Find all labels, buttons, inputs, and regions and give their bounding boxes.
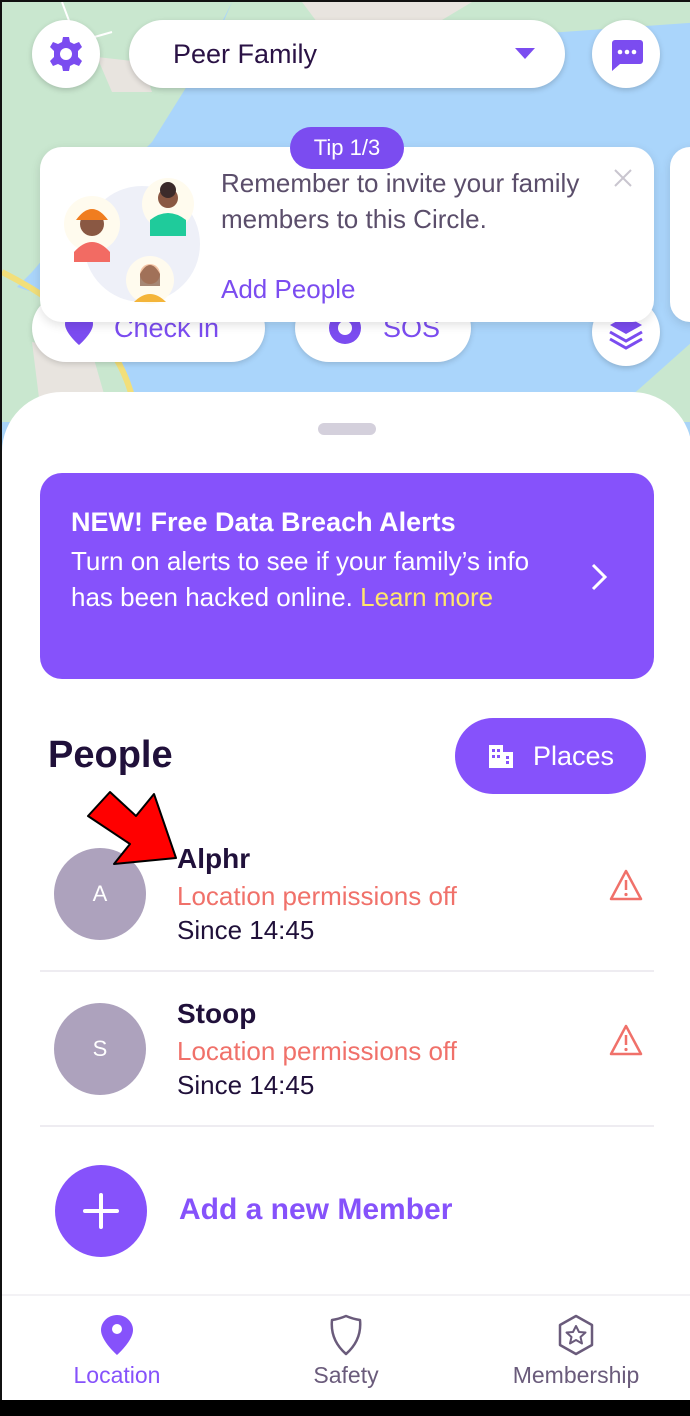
shield-icon — [330, 1314, 362, 1356]
gear-icon — [50, 37, 82, 71]
places-button[interactable]: Places — [455, 718, 646, 794]
member-row[interactable]: S Stoop Location permissions off Since 1… — [40, 972, 654, 1128]
chat-bubble-icon — [612, 40, 643, 71]
settings-button[interactable] — [32, 20, 100, 88]
location-pin-icon — [101, 1315, 133, 1355]
promo-title: NEW! Free Data Breach Alerts — [71, 507, 456, 537]
circle-selector[interactable]: Peer Family — [129, 20, 565, 88]
tab-location[interactable]: Location — [2, 1296, 232, 1400]
warning-icon — [609, 869, 643, 901]
tab-label: Membership — [512, 1362, 640, 1388]
star-badge-icon — [558, 1314, 594, 1356]
chevron-right-icon — [591, 563, 608, 591]
member-since: Since 14:45 — [177, 915, 315, 945]
tab-membership[interactable]: Membership — [460, 1296, 690, 1400]
member-since: Since 14:45 — [177, 1070, 315, 1100]
tip-card: Remember to invite your family members t… — [40, 147, 654, 322]
add-people-link[interactable]: Add People — [221, 271, 355, 307]
plus-icon — [55, 1165, 147, 1257]
bottom-sheet: NEW! Free Data Breach Alerts Turn on ale… — [2, 392, 690, 1302]
tip-message: Remember to invite your family members t… — [221, 168, 580, 234]
promo-body: Turn on alerts to see if your family’s i… — [71, 543, 551, 615]
avatar: S — [54, 1003, 146, 1095]
tip-counter-badge: Tip 1/3 — [290, 127, 404, 169]
circle-name: Peer Family — [173, 38, 318, 69]
app-screen: Peer Family Check in SOS Tip 1/3 Remembe… — [0, 0, 690, 1400]
divider — [40, 1125, 654, 1127]
caret-down-icon — [515, 48, 535, 59]
learn-more-link[interactable]: Learn more — [360, 582, 493, 612]
people-heading: People — [48, 734, 173, 776]
member-status: Location permissions off — [177, 881, 457, 911]
add-member-label: Add a new Member — [179, 1193, 453, 1226]
tab-label: Safety — [313, 1362, 379, 1388]
building-icon — [489, 745, 513, 768]
tab-safety[interactable]: Safety — [232, 1296, 460, 1400]
member-status: Location permissions off — [177, 1036, 457, 1066]
close-icon[interactable] — [612, 167, 634, 189]
warning-icon — [609, 1024, 643, 1056]
avatar: A — [54, 848, 146, 940]
tab-label: Location — [73, 1362, 161, 1388]
data-breach-promo-banner[interactable]: NEW! Free Data Breach Alerts Turn on ale… — [40, 473, 654, 679]
next-tip-card[interactable] — [670, 147, 690, 322]
bottom-tab-bar: Location Safety Membership — [2, 1294, 690, 1400]
places-label: Places — [533, 740, 615, 771]
family-illustration — [64, 178, 200, 304]
add-member-button[interactable]: Add a new Member — [55, 1165, 555, 1257]
member-row[interactable]: A Alphr Location permissions off Since 1… — [40, 817, 654, 973]
messages-button[interactable] — [592, 20, 660, 88]
member-name: Alphr — [177, 843, 251, 874]
sheet-drag-handle[interactable] — [318, 423, 376, 435]
member-name: Stoop — [177, 998, 257, 1029]
